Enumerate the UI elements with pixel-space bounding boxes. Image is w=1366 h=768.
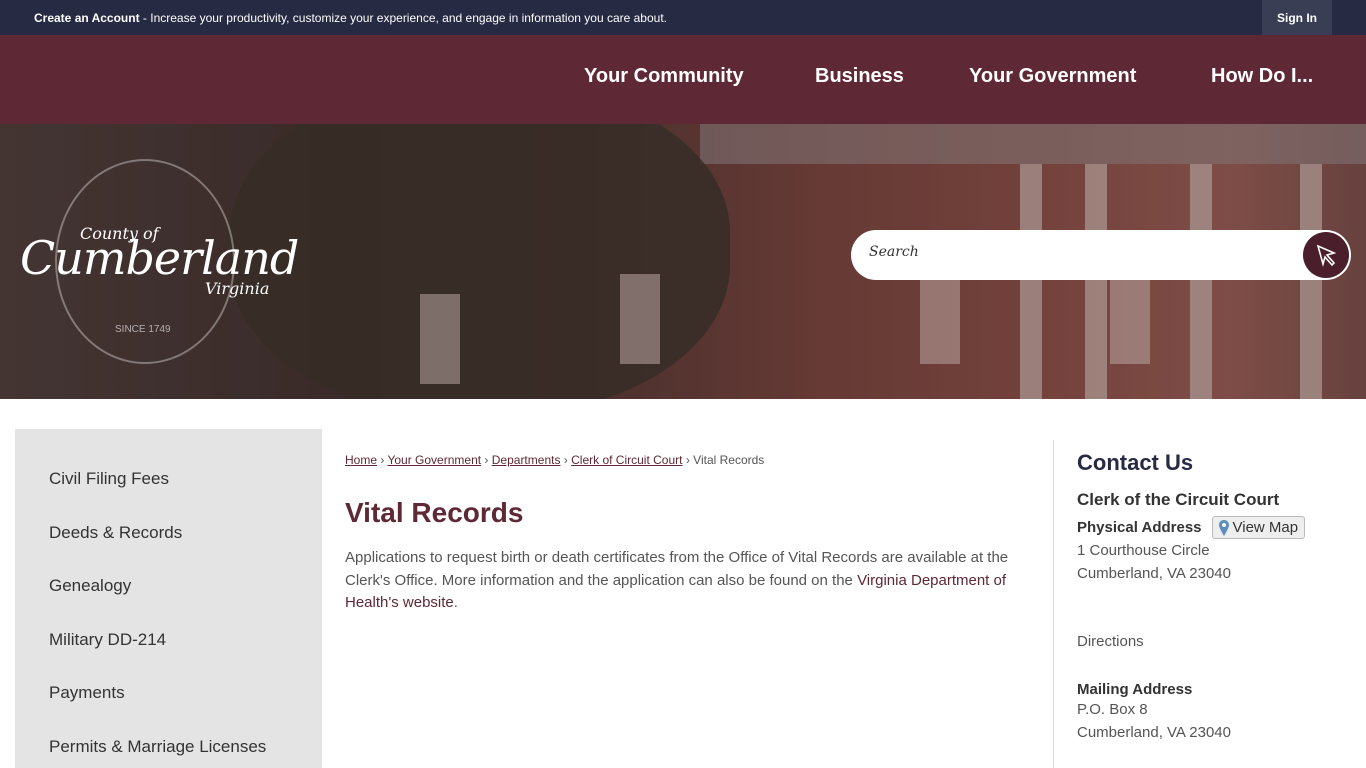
directions-link[interactable]: Directions — [1077, 633, 1144, 650]
sidebar: Civil Filing Fees Deeds & Records Geneal… — [15, 429, 322, 768]
search-input[interactable] — [869, 244, 1289, 260]
nav-your-community[interactable]: Your Community — [584, 65, 744, 88]
logo-name: Cumberland — [20, 231, 299, 285]
county-logo[interactable]: County of Cumberland Virginia SINCE 1749 — [20, 159, 299, 369]
contact-panel: Contact Us Clerk of the Circuit Court Ph… — [1077, 450, 1347, 744]
search-button[interactable] — [1303, 232, 1349, 278]
nav-your-government[interactable]: Your Government — [969, 65, 1136, 88]
sidebar-item-genealogy[interactable]: Genealogy — [49, 576, 131, 596]
nav-how-do-i[interactable]: How Do I... — [1211, 65, 1313, 88]
sidebar-item-military-dd214[interactable]: Military DD-214 — [49, 630, 166, 650]
sign-in-button[interactable]: Sign In — [1262, 0, 1332, 35]
contact-dept: Clerk of the Circuit Court — [1077, 490, 1280, 509]
physical-address-label: Physical Address — [1077, 519, 1202, 536]
breadcrumb-departments[interactable]: Departments — [492, 453, 561, 467]
sidebar-item-payments[interactable]: Payments — [49, 683, 125, 703]
breadcrumb: Home › Your Government › Departments › C… — [345, 453, 765, 467]
breadcrumb-clerk[interactable]: Clerk of Circuit Court — [571, 453, 682, 467]
account-message: Create an Account - Increase your produc… — [34, 11, 667, 25]
map-pin-icon — [1218, 519, 1229, 536]
main-nav: Your Community Business Your Government … — [0, 35, 1366, 124]
nav-business[interactable]: Business — [815, 65, 904, 88]
search-box — [851, 230, 1351, 280]
breadcrumb-current: Vital Records — [693, 453, 765, 467]
view-map-button[interactable]: View Map — [1211, 516, 1306, 539]
hero-banner: County of Cumberland Virginia SINCE 1749 — [0, 124, 1366, 399]
contact-title: Contact Us — [1077, 450, 1194, 475]
sidebar-item-civil-filing-fees[interactable]: Civil Filing Fees — [49, 469, 169, 489]
sidebar-item-deeds-records[interactable]: Deeds & Records — [49, 523, 182, 543]
create-account-link[interactable]: Create an Account — [34, 11, 140, 25]
main-content: Home › Your Government › Departments › C… — [345, 440, 1025, 615]
cursor-icon — [1316, 244, 1337, 267]
physical-address: 1 Courthouse Circle Cumberland, VA 23040 — [1077, 542, 1231, 582]
divider — [1053, 440, 1054, 768]
top-bar: Create an Account - Increase your produc… — [0, 0, 1366, 35]
logo-state: Virginia — [205, 279, 270, 298]
sidebar-item-permits-marriage[interactable]: Permits & Marriage Licenses — [49, 737, 266, 757]
account-message-text: - Increase your productivity, customize … — [139, 11, 667, 25]
mailing-address: P.O. Box 8 Cumberland, VA 23040 — [1077, 701, 1231, 741]
page-title: Vital Records — [345, 497, 524, 528]
breadcrumb-home[interactable]: Home — [345, 453, 377, 467]
logo-since: SINCE 1749 — [115, 324, 171, 335]
mailing-address-label: Mailing Address — [1077, 681, 1193, 698]
breadcrumb-your-government[interactable]: Your Government — [387, 453, 481, 467]
page-body: Applications to request birth or death c… — [345, 549, 1009, 611]
